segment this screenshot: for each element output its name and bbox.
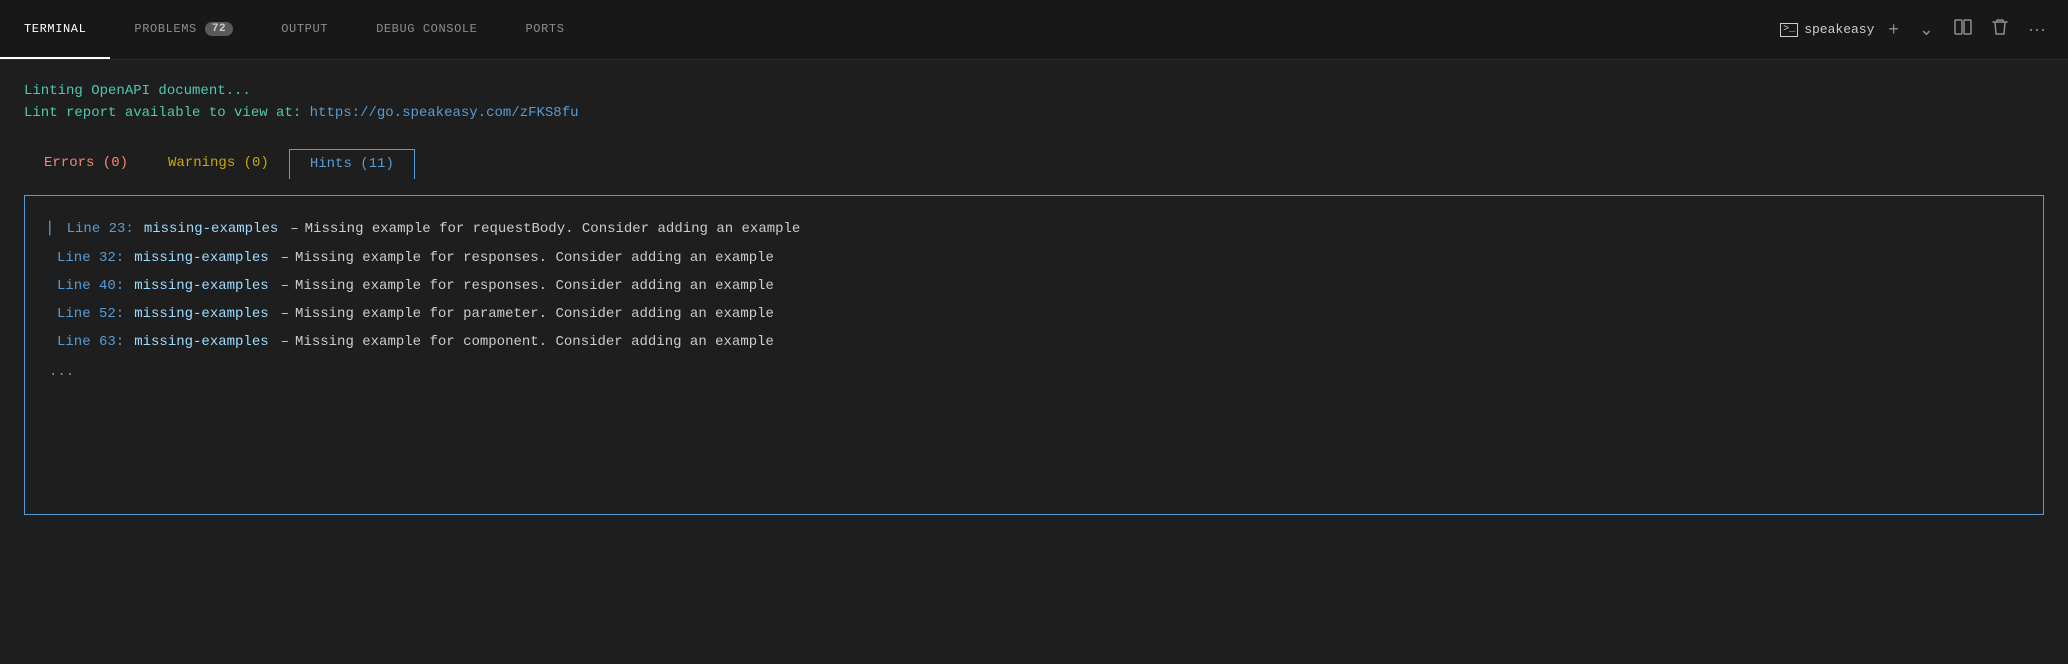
section-tab-warnings[interactable]: Warnings (0): [148, 149, 289, 179]
hint-message-5: Missing example for component. Consider …: [295, 328, 774, 356]
hint-row-5: Line 63: missing-examples – Missing exam…: [45, 328, 2023, 356]
hint-message-4: Missing example for parameter. Consider …: [295, 300, 774, 328]
split-terminal-button[interactable]: [1948, 15, 1978, 44]
hint-line-num-2: Line 32:: [57, 244, 124, 272]
hints-ellipsis: ...: [45, 364, 2023, 380]
terminal-content: Linting OpenAPI document... Lint report …: [0, 60, 2068, 664]
hint-bar-indicator: |: [45, 212, 55, 244]
lint-report-line: Lint report available to view at: https:…: [24, 102, 2044, 124]
hint-rule-3: missing-examples: [134, 272, 268, 300]
split-icon: [1954, 19, 1972, 40]
delete-terminal-button[interactable]: [1986, 14, 2014, 45]
section-tab-hints[interactable]: Hints (11): [289, 149, 415, 179]
tab-problems[interactable]: PROBLEMS 72: [110, 0, 257, 59]
tab-debug-console-label: DEBUG CONSOLE: [376, 22, 477, 36]
lint-report-url[interactable]: https://go.speakeasy.com/zFKS8fu: [310, 105, 579, 121]
hint-row-3: Line 40: missing-examples – Missing exam…: [45, 272, 2023, 300]
hint-message-3: Missing example for responses. Consider …: [295, 272, 774, 300]
hint-dash-5: –: [281, 328, 289, 356]
add-terminal-button[interactable]: +: [1882, 15, 1905, 44]
hint-row-2: Line 32: missing-examples – Missing exam…: [45, 244, 2023, 272]
tab-bar: TERMINAL PROBLEMS 72 OUTPUT DEBUG CONSOL…: [0, 0, 2068, 60]
tab-debug-console[interactable]: DEBUG CONSOLE: [352, 0, 501, 59]
terminal-icon: >_: [1780, 23, 1798, 37]
hint-row-4: Line 52: missing-examples – Missing exam…: [45, 300, 2023, 328]
tab-terminal[interactable]: TERMINAL: [0, 0, 110, 59]
linting-line: Linting OpenAPI document...: [24, 80, 2044, 102]
tab-output-label: OUTPUT: [281, 22, 328, 36]
tab-bar-right: >_ speakeasy + ⌄ ···: [1780, 14, 2068, 45]
hint-dash-2: –: [281, 244, 289, 272]
plus-icon: +: [1888, 19, 1899, 40]
more-options-button[interactable]: ···: [2022, 15, 2052, 44]
hints-tab-label: Hints (11): [310, 156, 394, 172]
lint-report-prefix: Lint report available to view at:: [24, 105, 310, 121]
hint-rule-4: missing-examples: [134, 300, 268, 328]
hint-line-num-3: Line 40:: [57, 272, 124, 300]
hints-panel: | Line 23: missing-examples – Missing ex…: [24, 195, 2044, 515]
hint-rule-5: missing-examples: [134, 328, 268, 356]
trash-icon: [1992, 18, 2008, 41]
tab-output[interactable]: OUTPUT: [257, 0, 352, 59]
chevron-down-button[interactable]: ⌄: [1913, 15, 1940, 44]
tab-ports-label: PORTS: [525, 22, 564, 36]
hint-rule-2: missing-examples: [134, 244, 268, 272]
errors-tab-label: Errors (0): [44, 155, 128, 171]
tab-ports[interactable]: PORTS: [501, 0, 588, 59]
tab-terminal-label: TERMINAL: [24, 22, 86, 36]
warnings-tab-label: Warnings (0): [168, 155, 269, 171]
problems-badge: 72: [205, 22, 233, 36]
hint-row-1: | Line 23: missing-examples – Missing ex…: [45, 212, 2023, 244]
linting-text: Linting OpenAPI document...: [24, 83, 251, 99]
section-tab-errors[interactable]: Errors (0): [24, 149, 148, 179]
more-options-icon: ···: [2028, 19, 2046, 40]
chevron-down-icon: ⌄: [1919, 19, 1934, 40]
hint-rule-1: missing-examples: [144, 215, 278, 243]
hint-dash-3: –: [281, 272, 289, 300]
hint-message-1: Missing example for requestBody. Conside…: [305, 215, 801, 243]
hint-message-2: Missing example for responses. Consider …: [295, 244, 774, 272]
terminal-name-display: >_ speakeasy: [1780, 22, 1874, 37]
hint-dash-4: –: [281, 300, 289, 328]
hint-line-num-4: Line 52:: [57, 300, 124, 328]
tab-bar-left: TERMINAL PROBLEMS 72 OUTPUT DEBUG CONSOL…: [0, 0, 589, 59]
hint-line-num-1: Line 23:: [67, 215, 134, 243]
terminal-name-label: speakeasy: [1804, 22, 1874, 37]
tab-problems-label: PROBLEMS: [134, 22, 196, 36]
section-tabs: Errors (0) Warnings (0) Hints (11): [24, 149, 2044, 179]
hint-line-num-5: Line 63:: [57, 328, 124, 356]
hint-dash-1: –: [290, 215, 298, 243]
